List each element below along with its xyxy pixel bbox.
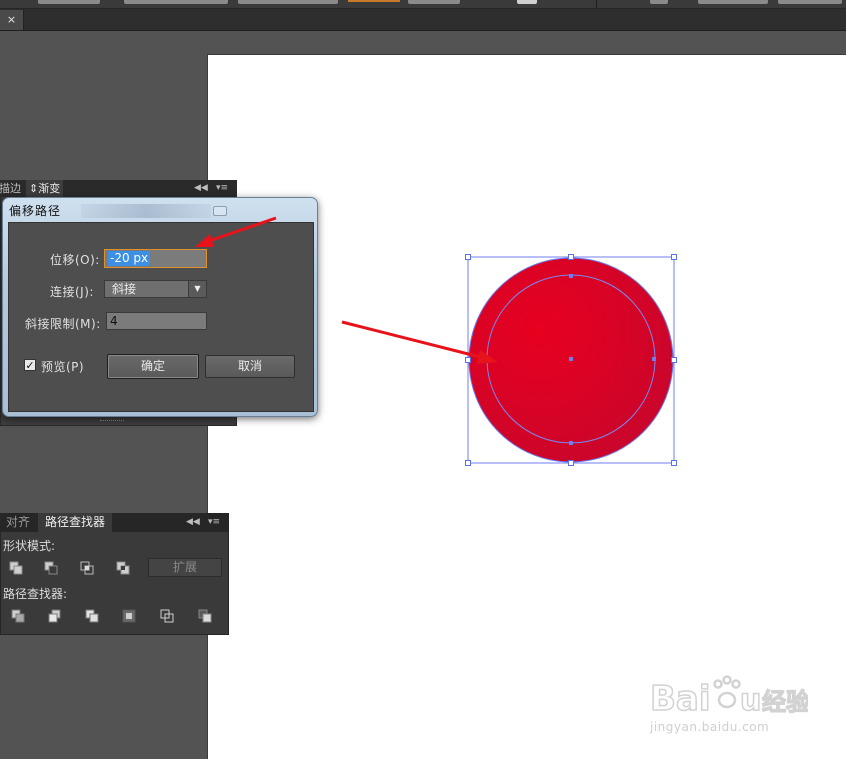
- expand-button[interactable]: 扩展: [148, 558, 222, 577]
- preview-label: 预览(P): [41, 360, 85, 374]
- outline-icon[interactable]: [160, 609, 174, 623]
- gradient-panel-tabs: 描边 ⇕渐变 ◀◀ ▾≡: [0, 180, 237, 197]
- pathfinders-label: 路径查找器:: [3, 587, 68, 601]
- tab-pathfinder[interactable]: 路径查找器: [38, 513, 112, 532]
- divide-icon[interactable]: [11, 609, 25, 623]
- svg-text:u: u: [740, 683, 761, 718]
- crop-icon[interactable]: [122, 609, 136, 623]
- merge-icon[interactable]: [85, 609, 99, 623]
- panel-menu-icon[interactable]: ▾≡: [208, 517, 220, 527]
- offset-label: 位移(O):: [50, 253, 100, 267]
- svg-text:Bai: Bai: [650, 679, 711, 719]
- minus-front-icon[interactable]: [44, 561, 58, 575]
- tab-gradient-label: 渐变: [38, 182, 61, 195]
- collapse-icon[interactable]: ◀◀: [194, 183, 208, 193]
- watermark-url: jingyan.baidu.com: [650, 720, 770, 734]
- svg-text:经验: 经验: [762, 688, 808, 716]
- annotation-arrow-dialog: [195, 216, 277, 247]
- unite-icon[interactable]: [9, 561, 23, 575]
- preview-checkbox[interactable]: ✓: [24, 359, 36, 371]
- panel-resize-grip[interactable]: [100, 420, 124, 423]
- tab-align[interactable]: 对齐: [2, 513, 34, 532]
- shape-modes-label: 形状模式:: [3, 539, 56, 553]
- exclude-icon[interactable]: [116, 561, 130, 575]
- panel-menu-icon[interactable]: ▾≡: [216, 183, 228, 193]
- dropdown-arrow-icon[interactable]: ▼: [188, 281, 206, 297]
- miter-limit-label: 斜接限制(M):: [25, 317, 101, 331]
- collapse-icon[interactable]: ◀◀: [186, 517, 200, 527]
- tab-stroke[interactable]: 描边: [0, 180, 24, 197]
- tab-gradient[interactable]: ⇕渐变: [26, 180, 64, 197]
- miter-limit-input[interactable]: 4: [106, 312, 207, 330]
- intersect-icon[interactable]: [80, 561, 94, 575]
- offset-value: -20 px: [108, 251, 151, 266]
- join-label: 连接(J):: [50, 285, 94, 299]
- dialog-title: 偏移路径: [9, 204, 62, 218]
- checkbox-check-icon: ✓: [25, 359, 35, 372]
- ok-button[interactable]: 确定: [107, 354, 199, 379]
- cancel-button[interactable]: 取消: [205, 355, 295, 378]
- trim-icon[interactable]: [48, 609, 62, 623]
- minus-back-icon[interactable]: [198, 609, 212, 623]
